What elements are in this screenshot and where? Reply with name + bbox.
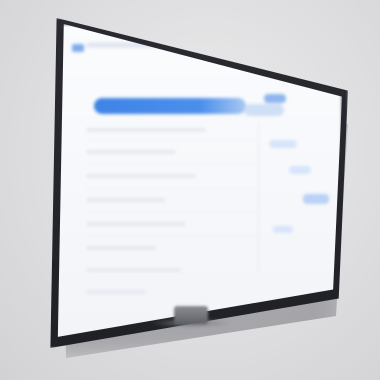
app-logo-icon [72,44,84,52]
content-row [86,246,156,250]
content-row [86,198,166,202]
grid-line [86,236,256,237]
content-row [86,290,146,294]
panel-chip [273,226,293,233]
monitor-stand [174,306,208,324]
selected-row-tail [244,104,284,116]
monitor-screen [57,24,342,337]
selected-row-highlight [94,98,246,114]
content-row [86,268,181,272]
grid-line [86,164,256,165]
content-row [86,174,196,178]
grid-line [86,188,256,189]
panel-chip [269,140,297,148]
content-row [86,128,206,132]
panel-chip [303,194,329,204]
content-row [86,150,176,154]
status-pill [264,94,286,103]
panel-chip [289,166,311,174]
grid-line [86,140,256,141]
grid-line [86,212,256,213]
content-row [86,222,186,226]
side-panel [258,122,329,272]
